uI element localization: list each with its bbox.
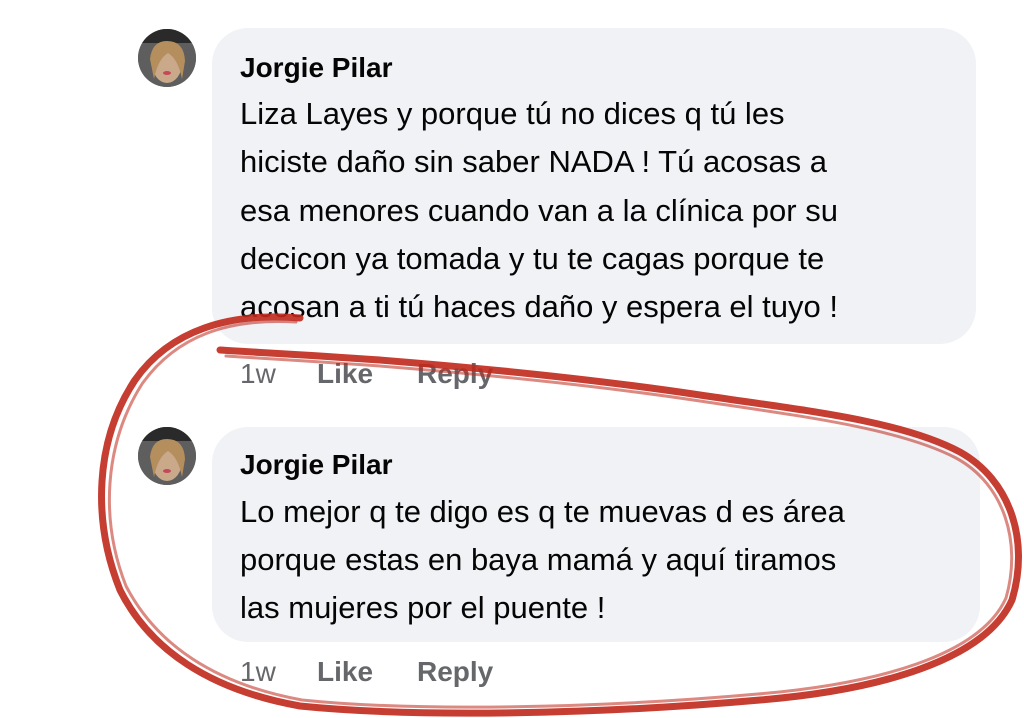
avatar[interactable] [138, 29, 196, 87]
comment-timestamp[interactable]: 1w [240, 358, 276, 390]
like-button[interactable]: Like [317, 656, 373, 688]
comment-text-line: porque estas en baya mamá y aquí tiramos [240, 542, 837, 577]
comment-text-line: decicon ya tomada y tu te cagas porque t… [240, 241, 825, 276]
comment-author[interactable]: Jorgie Pilar [240, 449, 393, 481]
avatar[interactable] [138, 427, 196, 485]
comment-text-line: esa menores cuando van a la clínica por … [240, 193, 838, 228]
reply-button[interactable]: Reply [417, 656, 493, 688]
comment-text-line: Liza Layes y porque tú no dices q tú les [240, 96, 785, 131]
comment-text-line: hiciste daño sin saber NADA ! Tú acosas … [240, 144, 828, 179]
comment-timestamp[interactable]: 1w [240, 656, 276, 688]
comment-text-line: acosan a ti tú haces daño y espera el tu… [240, 289, 838, 324]
like-button[interactable]: Like [317, 358, 373, 390]
comment-text-line: Lo mejor q te digo es q te muevas d es á… [240, 494, 845, 529]
avatar-photo-icon [138, 29, 196, 87]
comment-text-line: las mujeres por el puente ! [240, 590, 606, 625]
comment-author[interactable]: Jorgie Pilar [240, 52, 393, 84]
reply-button[interactable]: Reply [417, 358, 493, 390]
avatar-photo-icon [138, 427, 196, 485]
